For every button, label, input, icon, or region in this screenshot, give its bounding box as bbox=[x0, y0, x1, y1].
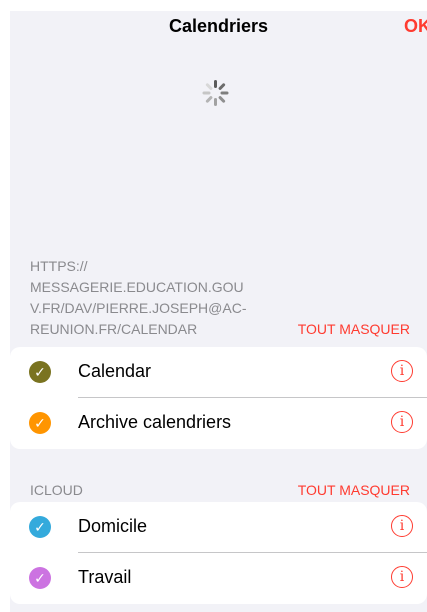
hide-all-button[interactable]: TOUT MASQUER bbox=[298, 480, 410, 501]
spinner-tick bbox=[217, 95, 226, 104]
calendar-group-icloud: ✓ Domicile i ✓ Travail i bbox=[10, 502, 427, 604]
calendar-row[interactable]: ✓ Archive calendriers i bbox=[10, 398, 427, 449]
info-icon[interactable]: i bbox=[391, 566, 413, 588]
checkmark-icon[interactable]: ✓ bbox=[29, 516, 51, 538]
calendar-row[interactable]: ✓ Travail i bbox=[10, 553, 427, 604]
group-header-account: HTTPS:// MESSAGERIE.EDUCATION.GOU V.FR/D… bbox=[30, 256, 410, 340]
spinner-icon bbox=[202, 79, 230, 107]
info-icon[interactable]: i bbox=[391, 515, 413, 537]
info-icon[interactable]: i bbox=[391, 411, 413, 433]
calendar-label: Domicile bbox=[78, 516, 148, 536]
group-header-icloud: ICLOUD TOUT MASQUER bbox=[30, 480, 410, 501]
calendar-row[interactable]: ✓ Domicile i bbox=[10, 502, 427, 553]
spinner-tick bbox=[220, 91, 229, 95]
calendar-label: Archive calendriers bbox=[78, 412, 232, 432]
spinner-tick bbox=[217, 82, 226, 91]
spinner-tick bbox=[202, 91, 211, 95]
spinner-tick bbox=[205, 82, 214, 91]
ok-button[interactable]: OK bbox=[404, 16, 427, 37]
spinner-tick bbox=[214, 80, 217, 88]
calendar-group-account: ✓ Calendar i ✓ Archive calendriers i bbox=[10, 347, 427, 449]
spinner-tick bbox=[205, 95, 214, 104]
checkmark-icon[interactable]: ✓ bbox=[29, 567, 51, 589]
hide-all-button[interactable]: TOUT MASQUER bbox=[298, 319, 410, 340]
calendar-label: Calendar bbox=[78, 361, 152, 381]
calendar-row[interactable]: ✓ Calendar i bbox=[10, 347, 427, 398]
nav-title: Calendriers bbox=[168, 16, 269, 36]
calendars-panel: Calendriers OK HTTPS:// MESSAGERIE.EDUCA… bbox=[10, 11, 427, 612]
spinner-tick bbox=[214, 98, 217, 106]
checkmark-icon[interactable]: ✓ bbox=[29, 361, 51, 383]
info-icon[interactable]: i bbox=[391, 360, 413, 382]
calendar-label: Travail bbox=[78, 567, 132, 587]
checkmark-icon[interactable]: ✓ bbox=[29, 412, 51, 434]
